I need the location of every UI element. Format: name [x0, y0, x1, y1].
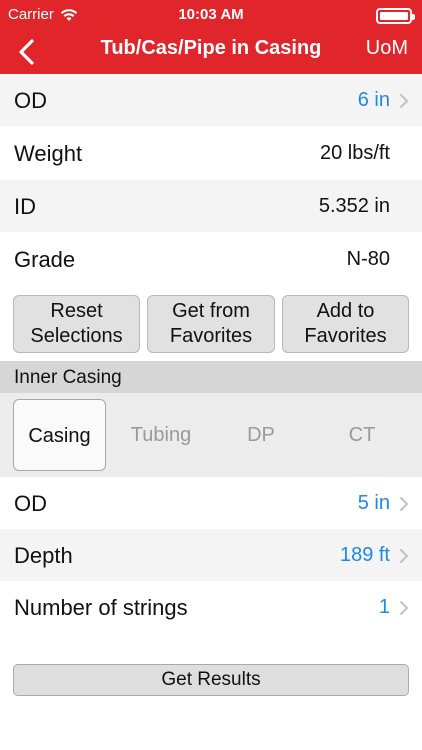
add-to-favorites-button[interactable]: Add to Favorites	[282, 295, 409, 353]
status-bar: Carrier 10:03 AM	[0, 0, 422, 30]
reset-selections-button[interactable]: Reset Selections	[13, 295, 140, 353]
get-results-button[interactable]: Get Results	[13, 664, 409, 696]
strings-value: 1	[378, 596, 390, 618]
chevron-right-icon	[399, 548, 409, 564]
row-id: ID 5.352 in	[0, 180, 422, 232]
get-line-2: Favorites	[169, 325, 253, 347]
status-time: 10:03 AM	[178, 6, 244, 23]
row-od[interactable]: OD 6 in	[0, 74, 422, 126]
tab-ct[interactable]: CT	[315, 399, 409, 471]
chevron-right-icon	[399, 496, 409, 512]
tab-dp[interactable]: DP	[214, 399, 308, 471]
tab-casing[interactable]: Casing	[13, 399, 106, 471]
id-value: 5.352 in	[318, 195, 390, 217]
app-header: Carrier 10:03 AM Tub/Cas/Pipe in Casing …	[0, 0, 422, 74]
od-label: OD	[14, 88, 47, 113]
weight-label: Weight	[14, 141, 83, 166]
weight-value: 20 lbs/ft	[319, 142, 390, 164]
id-label: ID	[14, 194, 36, 219]
grade-value: N-80	[346, 248, 390, 270]
od-value: 6 in	[357, 89, 390, 111]
battery-icon	[376, 8, 415, 24]
row-depth[interactable]: Depth 189 ft	[0, 529, 422, 581]
inner-od-value: 5 in	[357, 492, 390, 514]
row-number-of-strings[interactable]: Number of strings 1	[0, 581, 422, 633]
tab-tubing[interactable]: Tubing	[114, 399, 208, 471]
strings-label: Number of strings	[14, 595, 188, 620]
depth-label: Depth	[14, 543, 73, 568]
inner-casing-title: Inner Casing	[14, 367, 122, 388]
grade-label: Grade	[14, 247, 76, 272]
get-from-favorites-button[interactable]: Get from Favorites	[147, 295, 275, 353]
reset-line-1: Reset	[50, 300, 103, 322]
add-line-2: Favorites	[304, 325, 387, 347]
row-grade: Grade N-80	[0, 233, 422, 285]
add-line-1: Add to	[316, 300, 375, 322]
row-inner-od[interactable]: OD 5 in	[0, 477, 422, 529]
inner-od-label: OD	[14, 491, 47, 516]
reset-line-2: Selections	[30, 325, 123, 347]
pipe-type-segmented-control: Casing Tubing DP CT	[0, 393, 422, 477]
row-weight: Weight 20 lbs/ft	[0, 127, 422, 179]
uom-button[interactable]: UoM	[366, 37, 408, 60]
inner-casing-header: Inner Casing	[0, 361, 422, 393]
chevron-right-icon	[399, 93, 409, 109]
page-title: Tub/Cas/Pipe in Casing	[100, 37, 322, 59]
navigation-bar: Tub/Cas/Pipe in Casing UoM	[0, 30, 422, 74]
get-line-1: Get from	[172, 300, 250, 322]
chevron-right-icon	[399, 600, 409, 616]
depth-value: 189 ft	[339, 544, 390, 566]
